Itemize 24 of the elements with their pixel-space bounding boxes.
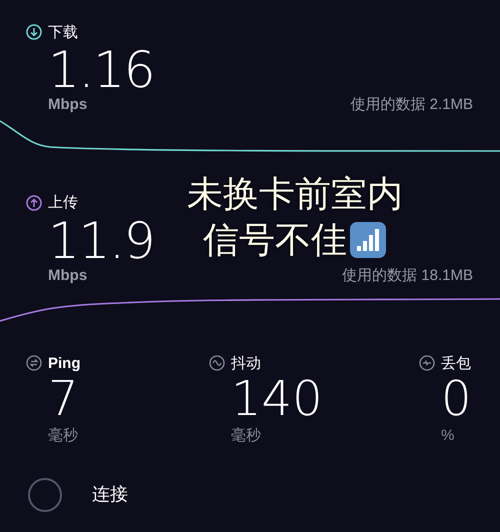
data-used: 使用的数据 18.1MB — [342, 266, 473, 286]
stat-value: 7 — [48, 375, 79, 423]
test-label: 上传 — [48, 195, 78, 210]
pulse-circle-icon — [419, 355, 435, 371]
stat-value: 0 — [441, 375, 472, 423]
stat-unit: 毫秒 — [231, 426, 261, 446]
speed-value: 11.9 — [48, 214, 154, 266]
speed-unit: Mbps — [48, 266, 88, 286]
wave-circle-icon — [209, 355, 225, 371]
test-label: 下载 — [48, 24, 78, 40]
stat-label: Ping — [48, 356, 80, 370]
stat-label: 抖动 — [231, 356, 261, 370]
data-used: 使用的数据 2.1MB — [350, 95, 473, 115]
signal-bars-icon — [349, 221, 387, 259]
stat-value: 140 — [231, 375, 323, 423]
speed-value: 1.16 — [48, 44, 154, 96]
stat-unit: % — [441, 426, 454, 446]
arrows-circle-icon — [26, 355, 42, 371]
caption-text: 未换卡前室内 — [187, 172, 403, 216]
caption-text: 信号不佳 — [203, 218, 347, 262]
stat-unit: 毫秒 — [48, 426, 78, 446]
speed-unit: Mbps — [48, 95, 88, 115]
stat-label: 丢包 — [441, 356, 471, 370]
connection-label: 连接 — [92, 483, 128, 506]
